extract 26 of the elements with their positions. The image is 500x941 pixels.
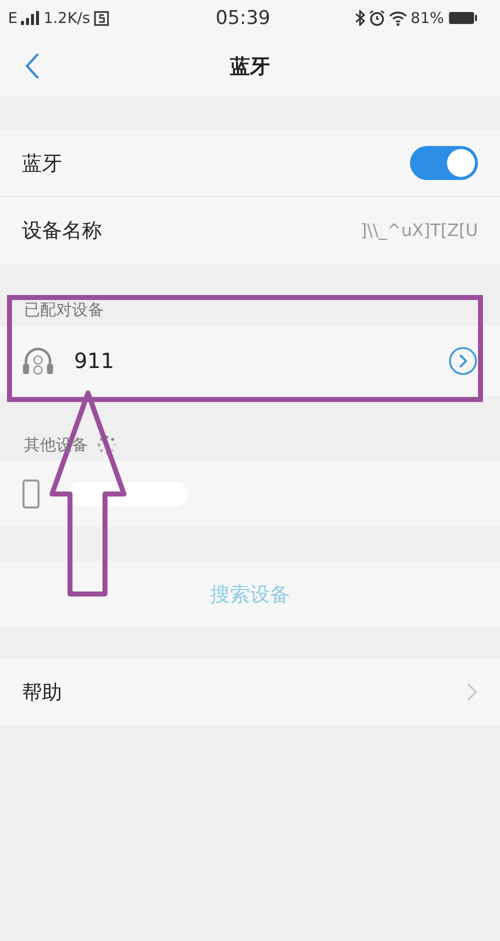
loading-spinner-icon: [96, 434, 118, 456]
bluetooth-icon: [354, 10, 365, 26]
network-speed: 1.2K/s: [43, 9, 90, 27]
wifi-icon: [388, 10, 407, 26]
alarm-icon: [368, 10, 385, 26]
device-row[interactable]: [0, 461, 500, 527]
battery-icon: [448, 11, 478, 25]
network-type: E: [8, 9, 18, 27]
headset-icon: [22, 346, 54, 376]
notification-icon: [94, 10, 110, 26]
help-row[interactable]: 帮助: [0, 659, 500, 725]
details-icon[interactable]: [448, 346, 478, 376]
section-header: 已配对设备: [24, 300, 104, 320]
clock-time: 05:39: [216, 7, 270, 29]
signal-icon: [21, 11, 40, 25]
bluetooth-toggle[interactable]: [410, 146, 478, 180]
help-label: 帮助: [22, 678, 63, 706]
page-title: 蓝牙: [230, 52, 270, 80]
setting-label: 设备名称: [22, 217, 103, 244]
setting-label: 蓝牙: [22, 150, 63, 176]
paired-device-row[interactable]: 911: [0, 326, 500, 396]
chevron-right-icon: [466, 682, 478, 702]
device-name: 911: [74, 349, 116, 373]
phone-icon: [22, 479, 40, 509]
battery-percent: 81%: [410, 9, 444, 27]
device-name-value: ]\\_^uX]T[Z[U: [360, 220, 478, 240]
